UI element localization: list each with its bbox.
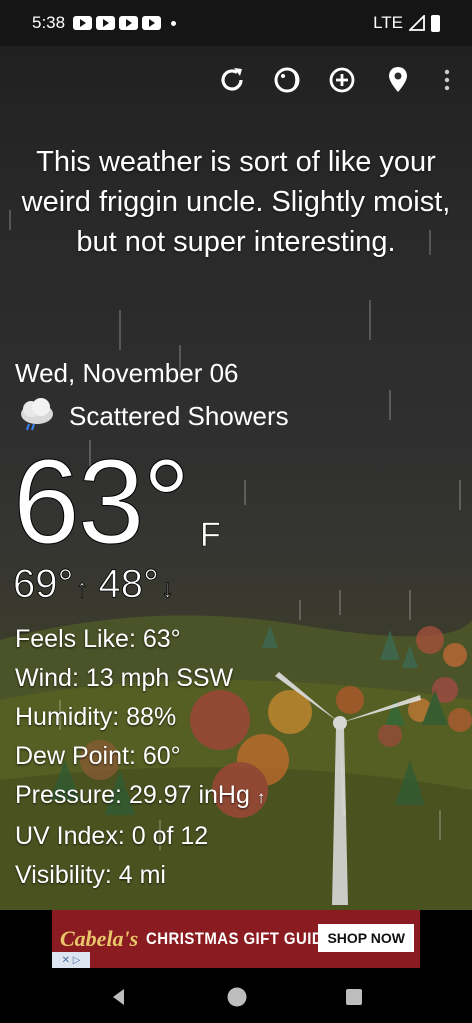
detail-pressure: Pressure: 29.97 inHg ↑: [15, 776, 265, 817]
recents-icon[interactable]: [345, 988, 363, 1006]
detail-value: 63°: [142, 625, 181, 653]
status-time: 5:38: [32, 13, 66, 32]
weather-details: Feels Like: 63° Wind: 13 mph SSW Humidit…: [15, 620, 265, 895]
detail-dew-point: Dew Point: 60°: [15, 737, 265, 776]
detail-label: Feels Like:: [15, 625, 136, 653]
detail-value: 88%: [126, 703, 177, 731]
arrow-up-icon: ↑: [75, 573, 89, 604]
theme-icon[interactable]: [267, 58, 307, 102]
signal-icon: [409, 15, 425, 31]
battery-icon: [431, 14, 440, 32]
current-temperature: 63°: [12, 435, 190, 570]
navigation-bar: [0, 970, 472, 1023]
add-location-icon[interactable]: [322, 58, 362, 102]
date-label: Wed, November 06: [15, 358, 239, 388]
detail-label: Dew Point:: [15, 742, 136, 770]
back-icon[interactable]: [109, 987, 129, 1007]
pressure-rising-icon: ↑: [256, 788, 266, 807]
detail-feels-like: Feels Like: 63°: [15, 620, 265, 659]
detail-wind: Wind: 13 mph SSW: [15, 659, 265, 698]
overflow-menu-icon[interactable]: [427, 58, 467, 102]
home-icon[interactable]: [226, 986, 248, 1008]
ad-choices-icon[interactable]: ✕ ▷: [52, 952, 90, 968]
high-temperature: 69°: [13, 562, 74, 607]
youtube-icon: [96, 16, 116, 30]
detail-label: Visibility:: [15, 861, 112, 889]
detail-value: 29.97 inHg: [128, 781, 250, 809]
detail-label: Humidity:: [15, 703, 120, 731]
more-notifications-icon: [171, 20, 177, 26]
detail-value: 0 of 12: [131, 822, 209, 850]
youtube-icon: [142, 16, 162, 30]
location-pin-icon[interactable]: [378, 58, 418, 102]
detail-humidity: Humidity: 88%: [15, 698, 265, 737]
toolbar: [0, 58, 472, 102]
status-right: LTE: [373, 13, 440, 33]
status-bar: 5:38 LTE: [0, 0, 472, 46]
ad-brand: Cabela's: [60, 926, 139, 951]
arrow-down-icon: ↓: [161, 573, 175, 604]
ad-shop-now-button[interactable]: SHOP NOW: [318, 924, 414, 952]
temperature-unit: F: [200, 516, 221, 555]
weather-quote: This weather is sort of like your weird …: [21, 146, 451, 258]
youtube-icon: [119, 16, 139, 30]
youtube-icon: [73, 16, 93, 30]
detail-value: 60°: [142, 742, 181, 770]
detail-value: 13 mph SSW: [85, 664, 234, 692]
notification-icons: [73, 16, 162, 30]
detail-value: 4 mi: [118, 861, 166, 889]
refresh-icon[interactable]: [212, 58, 252, 102]
ad-banner[interactable]: Cabela's CHRISTMAS GIFT GUIDE SHOP NOW ✕…: [52, 910, 420, 968]
detail-label: UV Index:: [15, 822, 125, 850]
detail-label: Wind:: [15, 664, 79, 692]
condition-label: Scattered Showers: [69, 400, 289, 431]
network-label: LTE: [373, 13, 403, 32]
ad-area: Cabela's CHRISTMAS GIFT GUIDE SHOP NOW ✕…: [0, 910, 472, 970]
detail-label: Pressure:: [15, 781, 122, 809]
high-low-row: 69° ↑ 48° ↓: [13, 562, 184, 607]
ad-text: CHRISTMAS GIFT GUIDE: [146, 929, 334, 948]
detail-visibility: Visibility: 4 mi: [15, 856, 265, 895]
detail-uv-index: UV Index: 0 of 12: [15, 817, 265, 856]
low-temperature: 48°: [98, 562, 159, 607]
